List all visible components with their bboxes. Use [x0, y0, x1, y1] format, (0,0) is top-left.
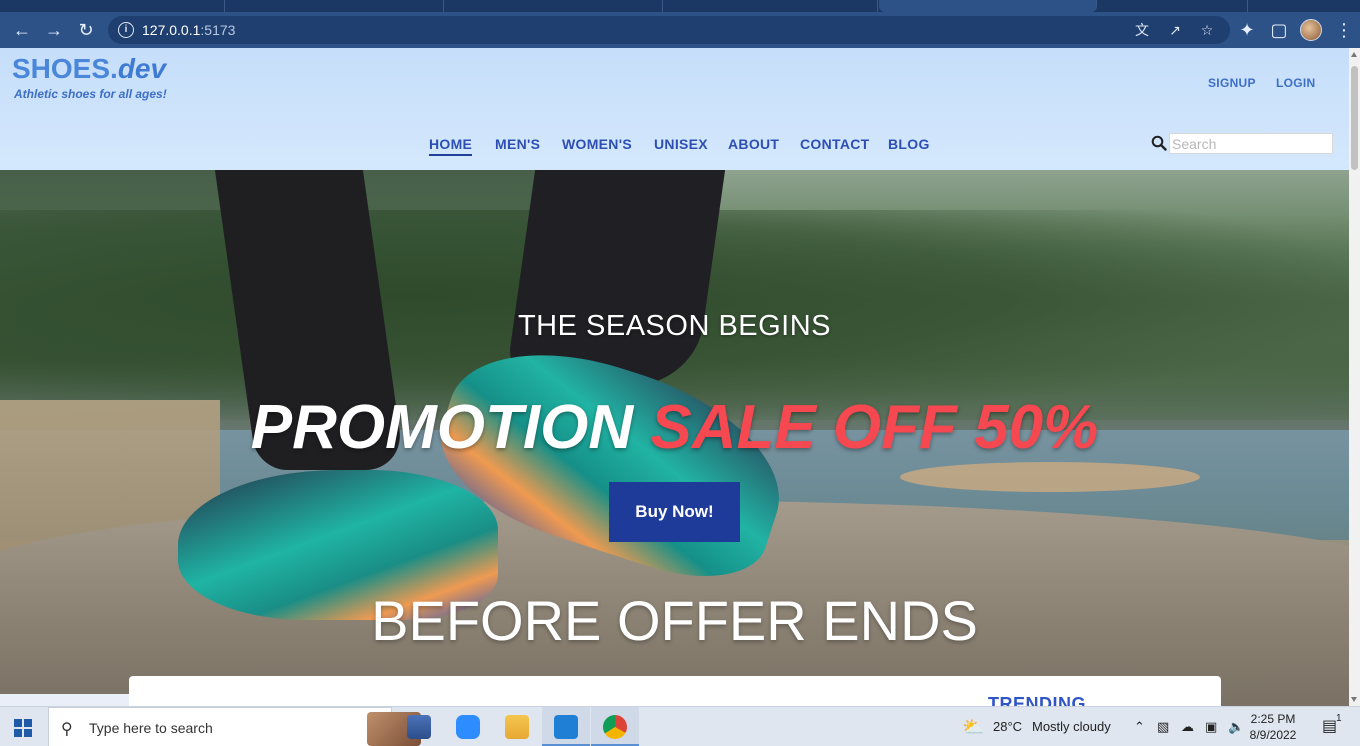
hero-season-heading: THE SEASON BEGINS	[517, 310, 832, 342]
trending-heading: TRENDING	[988, 694, 1086, 706]
browser-tab[interactable]	[445, 0, 663, 12]
signup-link[interactable]: SIGNUP	[1208, 76, 1256, 90]
logo-main-text: SHOES.	[12, 53, 118, 84]
windows-start-icon[interactable]	[14, 719, 32, 737]
weather-temp[interactable]: 28°C	[993, 707, 1022, 746]
site-tagline: Athletic shoes for all ages!	[14, 87, 167, 101]
bookmark-star-icon[interactable]: ☆	[1197, 20, 1217, 40]
page-viewport: SHOES.dev Athletic shoes for all ages! S…	[0, 48, 1349, 706]
pen-menu-icon[interactable]: ▧	[1157, 707, 1169, 746]
taskbar-app-zoom[interactable]	[444, 707, 492, 746]
promo-word: PROMOTION	[250, 393, 634, 462]
extensions-puzzle-icon[interactable]: ✦	[1235, 18, 1259, 42]
taskbar-search-icon: ⚲	[61, 721, 73, 738]
notification-count: 1	[1336, 713, 1342, 724]
clock-date: 8/9/2022	[1249, 728, 1297, 742]
show-hidden-icons-chevron-icon[interactable]: ⌃	[1134, 707, 1145, 746]
share-icon[interactable]: ↗	[1165, 20, 1185, 40]
nav-blog[interactable]: BLOG	[888, 136, 930, 154]
hero-offer-ends-heading: BEFORE OFFER ENDS	[371, 589, 978, 652]
profile-avatar[interactable]	[1300, 19, 1322, 41]
promo-sale-text: SALE OFF 50%	[650, 393, 1099, 462]
search-icon[interactable]	[1151, 135, 1167, 151]
buy-now-button[interactable]: Buy Now!	[609, 482, 740, 542]
hero-background-sandbar	[900, 462, 1200, 492]
site-info-icon[interactable]: i	[118, 22, 134, 38]
menu-kebab-icon[interactable]: ⋮	[1332, 18, 1356, 42]
hero-promo-heading: PROMOTION SALE OFF 50%	[0, 392, 1349, 463]
browser-tab[interactable]	[226, 0, 444, 12]
system-clock[interactable]: 2:25 PM 8/9/2022	[1244, 711, 1302, 743]
reload-icon[interactable]: ↻	[74, 18, 98, 42]
translate-icon[interactable]: 文	[1132, 20, 1152, 40]
back-arrow-icon[interactable]: ←	[10, 18, 34, 42]
taskbar-app-network[interactable]	[395, 707, 443, 746]
nav-womens[interactable]: WOMEN'S	[562, 136, 632, 154]
onedrive-cloud-icon[interactable]: ☁	[1181, 707, 1194, 746]
nav-home[interactable]: HOME	[429, 136, 473, 156]
clock-time: 2:25 PM	[1250, 712, 1296, 726]
hero-runner-leg	[504, 170, 726, 385]
taskbar-app-vscode[interactable]	[542, 707, 590, 746]
browser-tab-strip	[0, 0, 1360, 12]
site-header: SHOES.dev Athletic shoes for all ages! S…	[0, 48, 1349, 170]
nav-contact[interactable]: CONTACT	[800, 136, 870, 154]
hero-banner: THE SEASON BEGINS PROMOTION SALE OFF 50%…	[0, 170, 1349, 706]
nav-unisex[interactable]: UNISEX	[654, 136, 708, 154]
scrollbar-thumb[interactable]	[1351, 66, 1358, 170]
notification-center-icon[interactable]: ▤	[1322, 707, 1337, 746]
address-bar[interactable]: i 127.0.0.1:5173 文 ↗ ☆	[108, 16, 1230, 44]
nav-mens[interactable]: MEN'S	[495, 136, 540, 154]
taskbar-app-chrome[interactable]	[591, 707, 639, 746]
browser-tab[interactable]	[1098, 0, 1248, 12]
browser-toolbar: ← → ↻ i 127.0.0.1:5173 文 ↗ ☆ ✦ ▢ ⋮	[0, 12, 1360, 48]
browser-tab[interactable]	[664, 0, 878, 12]
nav-about[interactable]: ABOUT	[728, 136, 779, 154]
vscode-icon	[554, 715, 578, 739]
network-icon[interactable]: ▣	[1205, 707, 1217, 746]
url-port: :5173	[200, 22, 236, 38]
page-scrollbar[interactable]	[1349, 48, 1360, 706]
windows-taskbar: ⚲ Type here to search ⛅ 28°C Mostly clou…	[0, 706, 1360, 746]
chrome-icon	[603, 715, 627, 739]
scroll-down-arrow-icon[interactable]	[1351, 697, 1357, 702]
forward-arrow-icon[interactable]: →	[42, 18, 66, 42]
volume-speaker-icon[interactable]: 🔈	[1228, 707, 1244, 746]
login-link[interactable]: LOGIN	[1276, 76, 1316, 90]
taskbar-search-box[interactable]: ⚲ Type here to search	[48, 707, 421, 746]
weather-description[interactable]: Mostly cloudy	[1032, 707, 1111, 746]
section-edge	[0, 694, 129, 706]
logo-suffix-text: dev	[117, 53, 167, 84]
search-input[interactable]	[1169, 133, 1333, 154]
browser-tab-active[interactable]	[879, 0, 1097, 12]
site-logo[interactable]: SHOES.dev	[12, 53, 166, 85]
url-host: 127.0.0.1	[142, 22, 201, 38]
weather-cloud-icon[interactable]: ⛅	[962, 707, 984, 746]
side-panel-icon[interactable]: ▢	[1267, 18, 1291, 42]
network-computer-icon	[407, 715, 431, 739]
zoom-icon	[456, 715, 480, 739]
scroll-up-arrow-icon[interactable]	[1351, 52, 1357, 57]
folder-icon	[505, 715, 529, 739]
browser-tab[interactable]	[0, 0, 225, 12]
url-text[interactable]: 127.0.0.1:5173	[142, 22, 235, 38]
taskbar-app-file-explorer[interactable]	[493, 707, 541, 746]
taskbar-search-text: Type here to search	[89, 720, 213, 736]
